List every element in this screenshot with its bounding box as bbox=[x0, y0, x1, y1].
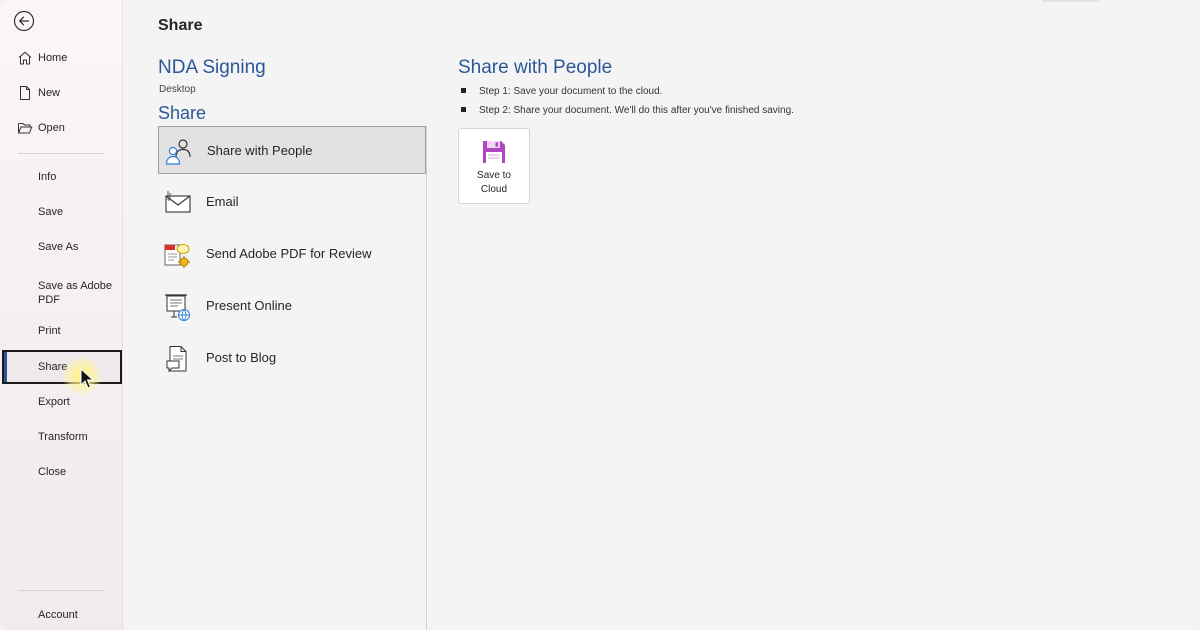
sidebar-item-label: Info bbox=[38, 171, 57, 183]
save-to-cloud-button[interactable]: Save to Cloud bbox=[458, 128, 530, 204]
document-name: NDA Signing bbox=[158, 57, 266, 78]
pane-divider bbox=[426, 126, 427, 630]
share-option-email[interactable]: Email bbox=[158, 178, 426, 226]
back-button[interactable] bbox=[12, 9, 36, 33]
share-option-send-adobe-pdf[interactable]: Send Adobe PDF for Review bbox=[158, 230, 426, 278]
email-icon bbox=[165, 191, 191, 213]
backstage-window: Home New Open Info Save Save As Save as … bbox=[0, 0, 1200, 630]
share-option-share-with-people[interactable]: Share with People bbox=[158, 126, 426, 174]
adobe-pdf-review-icon bbox=[164, 244, 190, 268]
backstage-sidebar: Home New Open Info Save Save As Save as … bbox=[0, 0, 123, 630]
sidebar-item-label: New bbox=[38, 87, 61, 99]
post-blog-icon bbox=[166, 346, 187, 373]
bullet-icon bbox=[461, 88, 466, 93]
step-item: Step 1: Save your document to the cloud. bbox=[461, 85, 794, 104]
share-option-label: Share with People bbox=[207, 143, 313, 158]
document-location: Desktop bbox=[159, 84, 196, 95]
pane-title: Share with People bbox=[458, 57, 613, 78]
present-online-icon bbox=[165, 294, 190, 321]
step-text: Step 1: Save your document to the cloud. bbox=[479, 86, 663, 97]
sidebar-divider bbox=[18, 590, 105, 591]
sidebar-item-open[interactable]: Open bbox=[0, 111, 122, 145]
sidebar-item-label: Export bbox=[38, 396, 70, 408]
sidebar-item-label: Transform bbox=[38, 431, 88, 443]
back-arrow-icon bbox=[13, 10, 35, 32]
share-option-post-to-blog[interactable]: Post to Blog bbox=[158, 334, 426, 382]
sidebar-item-account[interactable]: Account bbox=[0, 598, 122, 630]
share-option-label: Post to Blog bbox=[206, 350, 277, 365]
sidebar-item-info[interactable]: Info bbox=[0, 160, 122, 194]
share-option-label: Present Online bbox=[206, 298, 292, 313]
share-people-icon bbox=[165, 139, 191, 165]
sidebar-item-label: Print bbox=[38, 325, 61, 337]
sidebar-item-label: Open bbox=[38, 122, 65, 134]
floppy-disk-icon bbox=[483, 141, 505, 163]
sidebar-item-label: Save As bbox=[38, 241, 79, 253]
top-edge-hint bbox=[1042, 0, 1100, 2]
sidebar-item-label: Account bbox=[38, 609, 78, 621]
sidebar-item-share[interactable]: Share bbox=[2, 350, 122, 384]
save-to-cloud-label: Save to Cloud bbox=[477, 170, 511, 195]
share-option-present-online[interactable]: Present Online bbox=[158, 282, 426, 330]
page-title: Share bbox=[158, 17, 203, 34]
open-folder-icon bbox=[18, 123, 33, 134]
bullet-icon bbox=[461, 107, 466, 112]
sidebar-item-export[interactable]: Export bbox=[0, 385, 122, 419]
sidebar-item-label: Close bbox=[38, 466, 67, 478]
sidebar-item-label: Save bbox=[38, 206, 64, 218]
step-item: Step 2: Share your document. We'll do th… bbox=[461, 104, 794, 123]
sidebar-item-save-as[interactable]: Save As bbox=[0, 230, 122, 264]
sidebar-item-home[interactable]: Home bbox=[0, 41, 122, 75]
share-section-heading: Share bbox=[158, 103, 207, 123]
sidebar-item-close[interactable]: Close bbox=[0, 455, 122, 489]
share-option-label: Send Adobe PDF for Review bbox=[206, 246, 372, 261]
sidebar-divider bbox=[18, 153, 105, 154]
sidebar-item-label: Share bbox=[38, 361, 68, 373]
sidebar-item-transform[interactable]: Transform bbox=[0, 420, 122, 454]
sidebar-item-new[interactable]: New bbox=[0, 76, 122, 110]
sidebar-item-label: Save as Adobe PDF bbox=[38, 280, 113, 306]
home-icon bbox=[18, 51, 32, 65]
share-option-label: Email bbox=[206, 194, 239, 209]
sidebar-item-label: Home bbox=[38, 52, 68, 64]
new-document-icon bbox=[20, 86, 30, 100]
sidebar-item-print[interactable]: Print bbox=[0, 314, 122, 348]
sidebar-item-save[interactable]: Save bbox=[0, 195, 122, 229]
steps-list: Step 1: Save your document to the cloud.… bbox=[461, 85, 794, 123]
sidebar-item-save-as-adobe-pdf[interactable]: Save as Adobe PDF bbox=[0, 275, 122, 313]
step-text: Step 2: Share your document. We'll do th… bbox=[479, 105, 794, 116]
